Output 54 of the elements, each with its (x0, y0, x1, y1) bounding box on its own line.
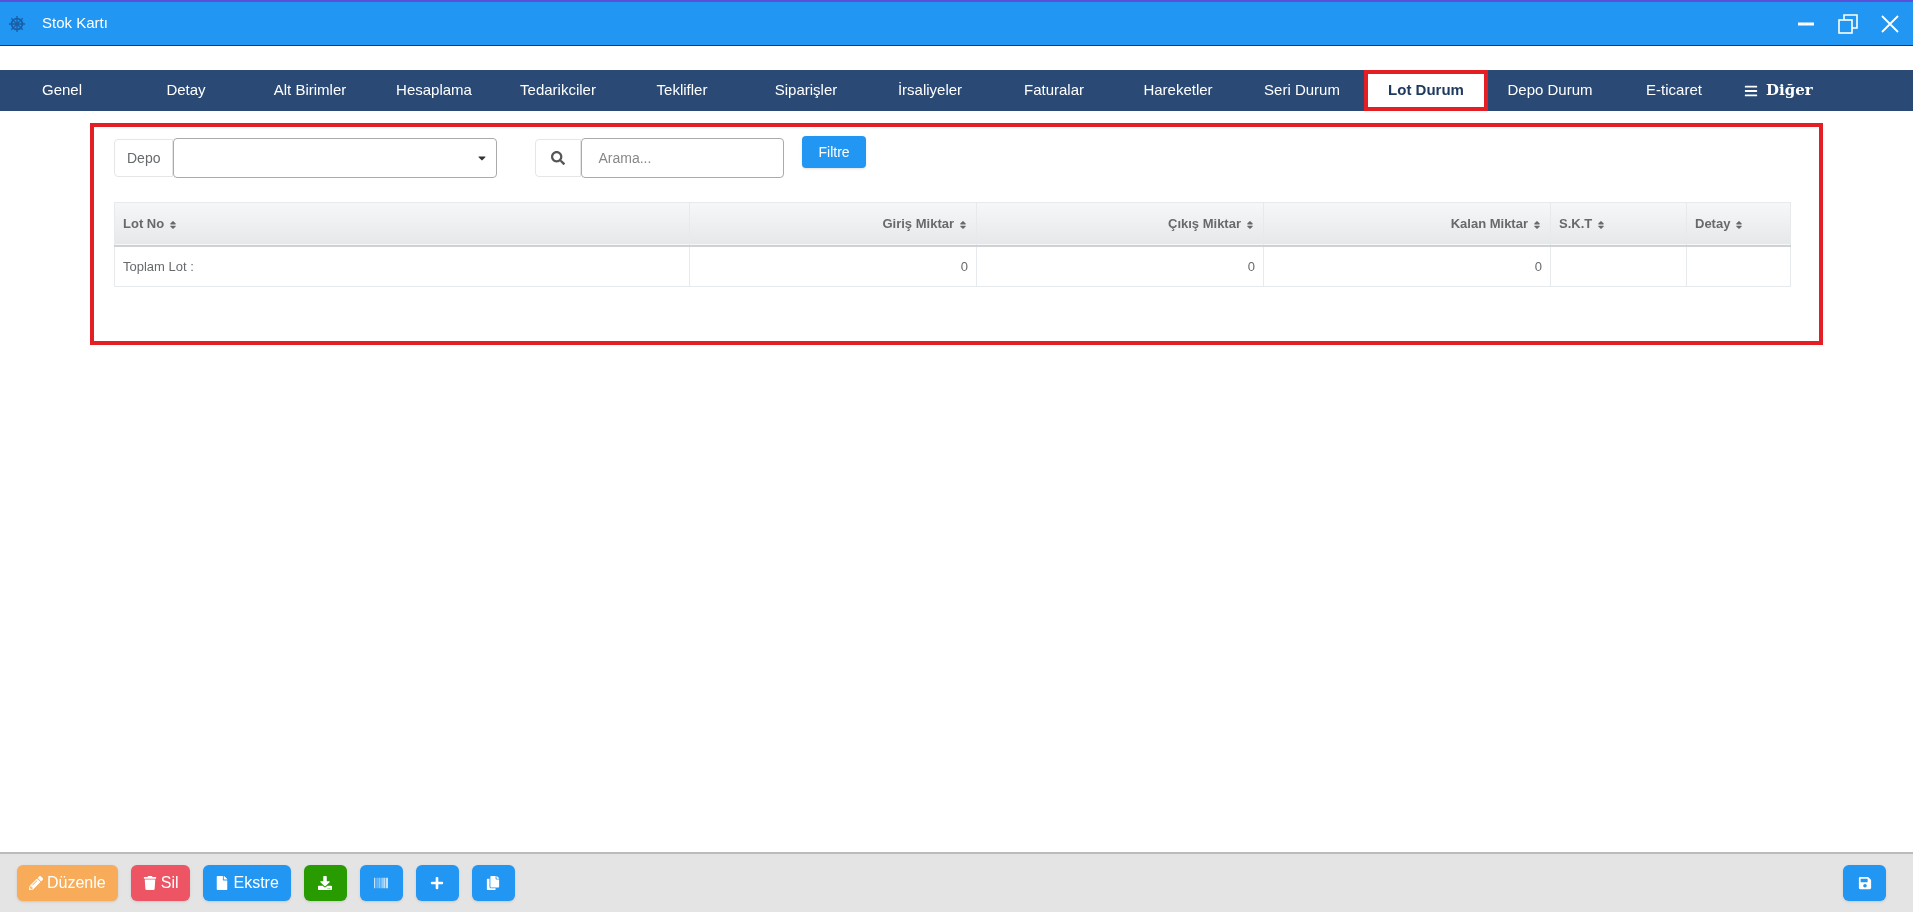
tab[interactable]: Teklifler (620, 70, 744, 111)
copy-button[interactable] (471, 865, 515, 901)
plus-icon (430, 876, 445, 890)
column-header[interactable]: Lot No (114, 202, 690, 246)
restore-icon (1838, 13, 1858, 34)
tab[interactable]: Tedarikciler (496, 70, 620, 111)
download-button[interactable] (303, 865, 347, 901)
sort-icon (958, 219, 968, 230)
column-header[interactable]: Detay (1686, 202, 1791, 246)
table-cell: Toplam Lot : (123, 258, 194, 274)
document-icon (215, 876, 230, 890)
sort-icon (1596, 219, 1607, 230)
depo-select[interactable] (173, 138, 498, 178)
tab[interactable]: Hareketler (1116, 70, 1240, 111)
copy-icon (486, 876, 501, 890)
column-header[interactable]: Kalan Miktar (1263, 202, 1551, 246)
barcode-icon (374, 876, 389, 890)
tab[interactable]: Faturalar (992, 70, 1116, 111)
table-cell: 0 (1247, 258, 1255, 274)
menu-icon (1744, 83, 1758, 98)
tab[interactable]: Hesaplama (372, 70, 496, 111)
add-button[interactable] (415, 865, 459, 901)
tab[interactable]: E-ticaret (1612, 70, 1736, 111)
sort-icon (1245, 219, 1255, 230)
column-header[interactable]: Giriş Miktar (689, 202, 977, 246)
table-cell: 0 (960, 258, 968, 274)
save-button[interactable] (1843, 865, 1886, 901)
tab[interactable]: Genel (0, 70, 124, 111)
sort-icon (1734, 219, 1745, 230)
more-menu[interactable]: Diğer (1736, 70, 1821, 111)
table-cell: 0 (1534, 258, 1542, 274)
column-header[interactable]: Çıkış Miktar (976, 202, 1264, 246)
search-icon (535, 139, 582, 177)
window-title: Stok Kartı (42, 13, 108, 34)
tab[interactable]: Seri Durum (1240, 70, 1364, 111)
depo-label: Depo (114, 139, 174, 177)
tab[interactable]: Lot Durum (1364, 70, 1488, 111)
ship-wheel-icon (8, 14, 26, 33)
close-icon (1881, 14, 1899, 33)
minimize-icon (1798, 21, 1814, 26)
save-icon (1857, 876, 1872, 890)
barcode-button[interactable] (359, 865, 403, 901)
search-field[interactable]: Arama... (581, 138, 785, 178)
download-icon (318, 876, 333, 890)
tab[interactable]: Siparişler (744, 70, 868, 111)
tab[interactable]: İrsaliyeler (868, 70, 992, 111)
trash-icon (142, 876, 157, 890)
sort-icon (1532, 219, 1542, 230)
column-header[interactable]: S.K.T (1550, 202, 1687, 246)
tab[interactable]: Detay (124, 70, 248, 111)
tab[interactable]: Depo Durum (1488, 70, 1612, 111)
tab[interactable]: Alt Birimler (248, 70, 372, 111)
sort-icon (168, 219, 179, 230)
pencil-icon (29, 876, 43, 890)
